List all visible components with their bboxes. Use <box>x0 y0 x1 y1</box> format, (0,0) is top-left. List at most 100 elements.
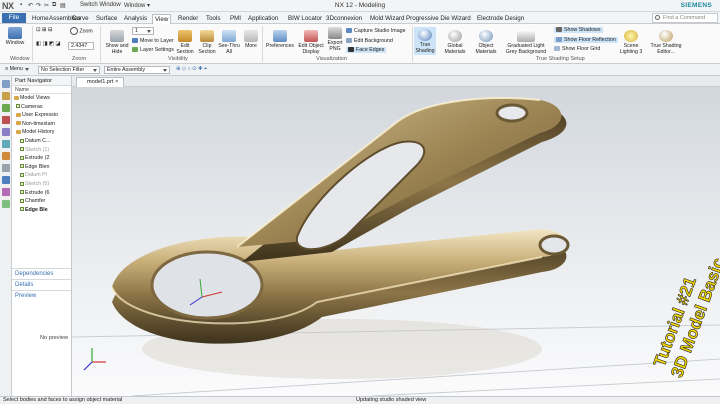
ribbon-separator <box>32 26 33 62</box>
view-orient-icons[interactable]: ◧ ◨ ◩ ◪ <box>36 41 60 47</box>
checkbox-icon[interactable] <box>20 198 24 203</box>
tab-pmi[interactable]: PMI <box>228 14 243 24</box>
tab-view[interactable]: View <box>152 14 172 24</box>
palette-icon[interactable] <box>2 200 10 208</box>
selection-bar: ≡ Menu No Selection Filter Entire Assemb… <box>0 64 720 76</box>
constraint-navigator-icon[interactable] <box>2 92 10 100</box>
navigator-item[interactable]: Non-timestam <box>12 120 71 129</box>
more-icon <box>244 30 258 42</box>
more-button[interactable]: More <box>242 30 260 49</box>
selection-filter-select[interactable]: No Selection Filter <box>38 66 100 74</box>
process-studio-icon[interactable] <box>2 164 10 172</box>
navigator-item[interactable]: Datum Pl <box>12 171 71 180</box>
close-tab-icon[interactable]: × <box>115 79 118 85</box>
checkbox-icon[interactable] <box>20 181 24 186</box>
checkbox-icon[interactable] <box>20 207 24 212</box>
history-icon[interactable] <box>2 152 10 160</box>
name-column-header[interactable]: Name <box>12 86 71 94</box>
part-navigator-icon[interactable] <box>2 104 10 112</box>
edit-section-button[interactable]: Edit Section <box>174 30 196 55</box>
true-shading-toggle[interactable]: True Shading <box>414 27 436 55</box>
navigator-item-label: Model Views <box>20 95 50 101</box>
navigator-item[interactable]: Chamfer <box>12 197 71 206</box>
system-materials-icon[interactable] <box>2 188 10 196</box>
object-materials-button[interactable]: Object Materials <box>472 30 500 55</box>
see-thru-all-button[interactable]: See-Thru All <box>218 30 240 55</box>
edit-background-button[interactable]: Edit Background <box>346 38 393 44</box>
checkbox-icon[interactable] <box>16 104 20 109</box>
navigator-item[interactable]: Extrude (2 <box>12 154 71 163</box>
assembly-scope-select[interactable]: Entire Assembly <box>104 66 170 74</box>
file-menu[interactable]: File <box>2 13 26 23</box>
background-icon <box>517 30 535 42</box>
navigator-item[interactable]: Sketch (5) <box>12 180 71 189</box>
tab-tools[interactable]: Tools <box>204 14 222 24</box>
layer-settings-button[interactable]: Layer Settings <box>132 47 174 53</box>
command-search-input[interactable]: Find a Command <box>652 13 718 23</box>
reuse-library-icon[interactable] <box>2 116 10 124</box>
shading-editor-icon <box>659 30 673 42</box>
tab-progressive-die-wizard[interactable]: Progressive Die Wizard <box>404 14 473 24</box>
tab-analysis[interactable]: Analysis <box>122 14 149 24</box>
clip-section-button[interactable]: Clip Section <box>197 30 217 55</box>
navigator-item[interactable]: Cameras <box>12 103 71 112</box>
checkbox-icon[interactable] <box>20 155 24 160</box>
tab-mold-wizard[interactable]: Mold Wizard <box>368 14 406 24</box>
model-file-tab[interactable]: model1.prt × <box>76 77 124 87</box>
show-shadows-toggle[interactable]: Show Shadows <box>554 27 603 33</box>
status-prompt: Select bodies and faces to assign object… <box>3 397 123 403</box>
checkbox-icon[interactable] <box>20 172 24 177</box>
tab-biw-locator[interactable]: BIW Locator <box>286 14 324 24</box>
navigator-item[interactable]: Edge Blen <box>12 163 71 172</box>
roles-icon[interactable] <box>2 176 10 184</box>
tab-render[interactable]: Render <box>176 14 200 24</box>
web-browser-icon[interactable] <box>2 140 10 148</box>
work-layer-field[interactable]: 1 <box>132 27 154 35</box>
navigator-item[interactable]: Edge Ble <box>12 206 71 215</box>
zoom-value-field[interactable]: 2.4347 <box>68 42 94 50</box>
snap-point-icons[interactable]: ⊕ ◇ ○ ⊙ ✚ ⌖ <box>176 66 207 73</box>
face-edges-toggle[interactable]: Face Edges <box>346 47 387 53</box>
show-floor-reflection-toggle[interactable]: Show Floor Reflection <box>554 37 618 43</box>
navigator-item[interactable]: User Expressio <box>12 111 71 120</box>
preferences-button[interactable]: Preferences <box>265 30 295 49</box>
navigator-item[interactable]: Datum C... <box>12 137 71 146</box>
assembly-navigator-icon[interactable] <box>2 80 10 88</box>
hd3d-tools-icon[interactable] <box>2 128 10 136</box>
checkbox-icon[interactable] <box>20 147 24 152</box>
export-png-button[interactable]: Export PNG <box>326 27 344 52</box>
folder-icon <box>14 95 19 100</box>
navigator-item[interactable]: Model History <box>12 128 71 137</box>
view-triad <box>83 348 106 371</box>
zoom-fit-icons[interactable]: ⊡ ⊞ ⊟ <box>36 27 52 33</box>
graduated-light-grey-background-button[interactable]: Graduated Light Grey Background <box>502 30 550 55</box>
checkbox-icon[interactable] <box>20 190 24 195</box>
show-and-hide-button[interactable]: Show and Hide <box>104 30 130 55</box>
move-to-layer-button[interactable]: Move to Layer <box>132 38 174 44</box>
menu-dropdown[interactable]: ≡ Menu <box>3 66 31 74</box>
edit-object-display-button[interactable]: Edit Object Display <box>297 30 325 55</box>
checkbox-icon[interactable] <box>20 138 24 143</box>
scene-lighting-button[interactable]: Scene Lighting 3 <box>618 30 644 55</box>
navigator-item[interactable]: Extrude (6 <box>12 189 71 198</box>
tab-curve[interactable]: Curve <box>70 14 91 24</box>
true-shading-editor-button[interactable]: True Shading Editor... <box>648 30 684 55</box>
tab-surface[interactable]: Surface <box>94 14 119 24</box>
capture-studio-image-button[interactable]: Capture Studio Image <box>346 28 406 34</box>
dependencies-panel-header[interactable]: Dependencies <box>12 268 71 278</box>
menu-bar: File Home Assemblies Curve Surface Analy… <box>0 12 720 24</box>
tab-3dconnexion[interactable]: 3Dconnexion <box>324 14 364 24</box>
folder-icon <box>16 129 21 134</box>
global-materials-button[interactable]: Global Materials <box>440 30 470 55</box>
section-icon <box>178 30 192 42</box>
tab-electrode-design[interactable]: Electrode Design <box>475 14 526 24</box>
show-floor-grid-toggle[interactable]: Show Floor Grid <box>554 46 600 52</box>
navigator-item[interactable]: Model Views <box>12 94 71 103</box>
window-button[interactable]: Window <box>4 27 26 46</box>
zoom-button[interactable]: Zoom <box>70 27 96 35</box>
details-panel-header[interactable]: Details <box>12 279 71 289</box>
checkbox-icon[interactable] <box>20 164 24 169</box>
preview-panel-header[interactable]: Preview <box>12 290 71 300</box>
tab-application[interactable]: Application <box>246 14 280 24</box>
navigator-item[interactable]: Sketch (1) <box>12 146 71 155</box>
